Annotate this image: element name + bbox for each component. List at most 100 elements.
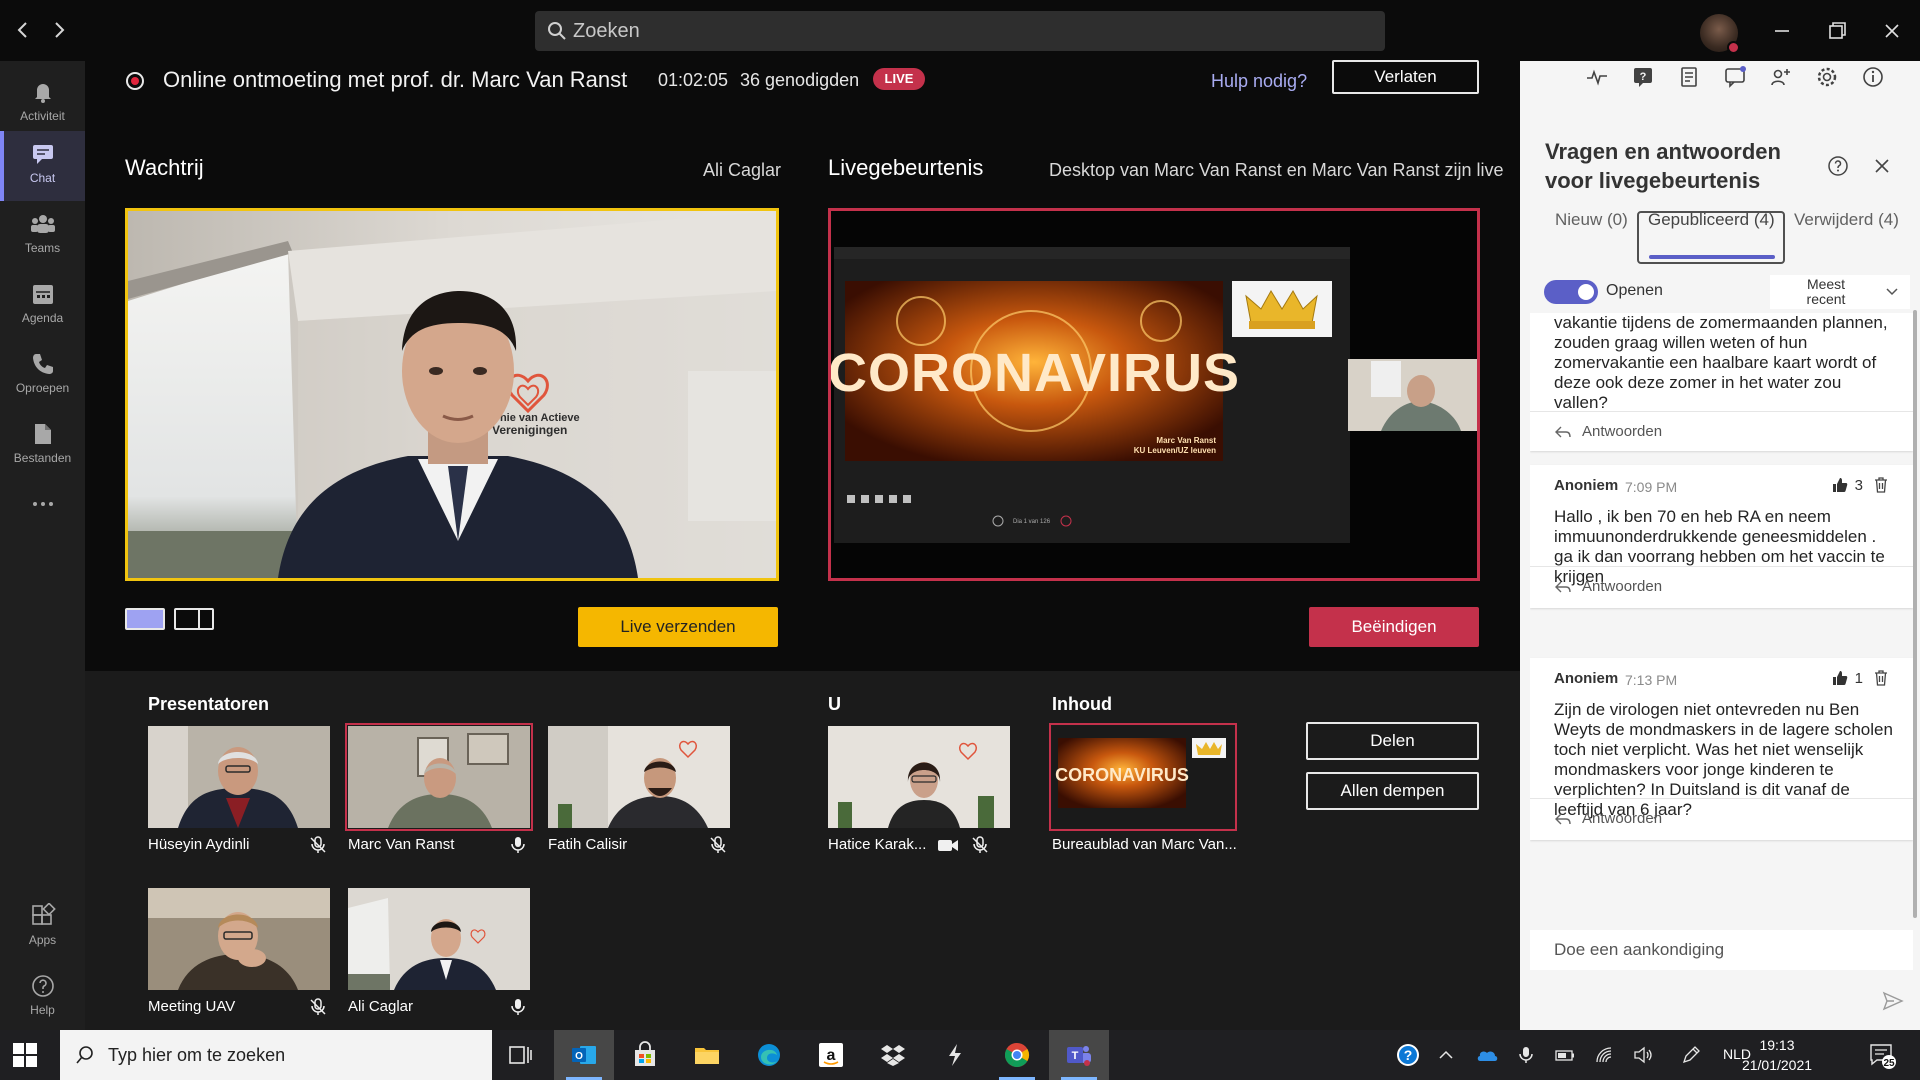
content-tile-desktop[interactable]: CORONAVIRUS xyxy=(1049,723,1237,831)
thumbs-up-icon[interactable] xyxy=(1831,476,1849,494)
reply-label: Antwoorden xyxy=(1582,423,1663,440)
qa-scrollbar[interactable] xyxy=(1913,310,1917,918)
help-tray-icon[interactable]: ? xyxy=(1395,1042,1421,1068)
reply-button[interactable]: Antwoorden xyxy=(1530,798,1913,840)
share-button[interactable]: Delen xyxy=(1306,722,1479,760)
self-tile[interactable] xyxy=(828,726,1010,828)
mic-off-icon xyxy=(708,835,728,855)
rail-item-calls[interactable]: Oproepen xyxy=(0,341,85,411)
volume-icon[interactable] xyxy=(1633,1045,1653,1065)
presenter-tile-meeting-uav[interactable] xyxy=(148,888,330,990)
send-icon[interactable] xyxy=(1882,991,1904,1011)
phone-icon xyxy=(30,351,56,377)
self-video xyxy=(828,726,1010,828)
taskbar-dropbox[interactable] xyxy=(863,1030,923,1080)
taskbar-file-explorer[interactable] xyxy=(677,1030,737,1080)
rail-item-teams[interactable]: Teams xyxy=(0,201,85,271)
self-name: Hatice Karak... xyxy=(828,836,927,853)
help-link[interactable]: Hulp nodig? xyxy=(1211,71,1307,92)
participants-icon[interactable] xyxy=(1769,65,1793,89)
sort-dropdown[interactable]: Meest recent xyxy=(1770,275,1910,309)
task-view-button[interactable] xyxy=(490,1030,550,1080)
taskbar-outlook[interactable]: O xyxy=(554,1030,614,1080)
info-icon[interactable] xyxy=(1861,65,1885,89)
end-event-button[interactable]: Beëindigen xyxy=(1309,607,1479,647)
search-input[interactable] xyxy=(573,11,1373,51)
taskbar-search-input[interactable] xyxy=(108,1030,488,1080)
announcement-input[interactable] xyxy=(1530,930,1913,970)
tab-published[interactable]: Gepubliceerd (4) xyxy=(1648,210,1775,230)
taskbar-store[interactable] xyxy=(615,1030,675,1080)
mic-off-icon xyxy=(970,835,990,855)
taskbar-chrome[interactable] xyxy=(987,1030,1047,1080)
restore-icon[interactable] xyxy=(1822,16,1852,46)
taskbar-teams[interactable]: T xyxy=(1049,1030,1109,1080)
live-status: Desktop van Marc Van Ranst en Marc Van R… xyxy=(1049,160,1504,180)
battery-icon[interactable] xyxy=(1555,1045,1575,1065)
health-icon[interactable] xyxy=(1585,65,1609,89)
notifications-icon[interactable]: 25 xyxy=(1868,1041,1896,1069)
shared-desktop-preview: CORONAVIRUS Marc Van Ranst KU Leuven/UZ … xyxy=(831,211,1477,578)
tab-new[interactable]: Nieuw (0) xyxy=(1555,210,1628,230)
open-toggle[interactable] xyxy=(1544,280,1598,304)
forward-icon[interactable] xyxy=(48,18,70,42)
tab-removed[interactable]: Verwijderd (4) xyxy=(1794,210,1899,230)
qa-icon[interactable]: ? xyxy=(1631,65,1655,89)
help-circle-icon[interactable] xyxy=(1827,155,1849,177)
presenter-tile-fatih-calisir[interactable] xyxy=(548,726,730,828)
live-video[interactable]: CORONAVIRUS Marc Van Ranst KU Leuven/UZ … xyxy=(828,208,1480,581)
reply-button[interactable]: Antwoorden xyxy=(1530,411,1913,453)
rail-item-activity[interactable]: Activiteit xyxy=(0,69,85,139)
rail-item-files[interactable]: Bestanden xyxy=(0,411,85,481)
taskbar-app-bolt[interactable] xyxy=(925,1030,985,1080)
presenter-tile-marc-van-ranst[interactable] xyxy=(345,723,533,831)
taskbar-search[interactable] xyxy=(60,1030,492,1080)
rail-label: Bestanden xyxy=(13,451,72,465)
rail-label: Help xyxy=(30,1003,55,1017)
presenter-tile-ali-caglar[interactable] xyxy=(348,888,530,990)
windows-start-icon[interactable] xyxy=(12,1042,38,1068)
search-box[interactable] xyxy=(535,11,1385,51)
notes-icon[interactable] xyxy=(1677,65,1701,89)
settings-icon[interactable] xyxy=(1815,65,1839,89)
rail-item-apps[interactable]: Apps xyxy=(0,893,85,963)
rail-label: Chat xyxy=(29,171,56,185)
mute-all-button[interactable]: Allen dempen xyxy=(1306,772,1479,810)
system-clock[interactable]: 19:13 21/01/2021 xyxy=(1741,1035,1813,1075)
onedrive-icon[interactable] xyxy=(1475,1045,1499,1065)
presenter-tile-huseyin-aydinli[interactable] xyxy=(148,726,330,828)
pen-icon[interactable] xyxy=(1681,1045,1701,1065)
back-icon[interactable] xyxy=(12,18,34,42)
more-icon xyxy=(30,491,56,517)
producer-stage: Online ontmoeting met prof. dr. Marc Van… xyxy=(85,60,1520,1030)
rail-item-help[interactable]: Help xyxy=(0,963,85,1033)
trash-icon[interactable] xyxy=(1873,476,1889,494)
taskbar-edge[interactable] xyxy=(739,1030,799,1080)
taskbar-amazon[interactable]: a xyxy=(801,1030,861,1080)
chat-bubble-icon[interactable] xyxy=(1723,65,1747,89)
leave-button[interactable]: Verlaten xyxy=(1332,60,1479,94)
user-avatar[interactable] xyxy=(1700,14,1740,54)
reply-label: Antwoorden xyxy=(1582,578,1663,595)
rail-item-calendar[interactable]: Agenda xyxy=(0,271,85,341)
reply-button[interactable]: Antwoorden xyxy=(1530,566,1913,608)
layout-split-button[interactable] xyxy=(174,608,214,630)
trash-icon[interactable] xyxy=(1873,669,1889,687)
minimize-icon[interactable] xyxy=(1767,16,1797,46)
chevron-up-icon[interactable] xyxy=(1436,1045,1456,1065)
close-window-icon[interactable] xyxy=(1877,16,1907,46)
send-live-button[interactable]: Live verzenden xyxy=(578,607,778,647)
rail-item-chat[interactable]: Chat xyxy=(0,131,85,201)
wifi-icon[interactable] xyxy=(1594,1045,1614,1065)
thumbs-up-icon[interactable] xyxy=(1831,669,1849,687)
rail-item-more[interactable] xyxy=(0,481,85,531)
bolt-icon xyxy=(949,1044,961,1066)
microphone-tray-icon[interactable] xyxy=(1516,1045,1536,1065)
tab-selected-indicator xyxy=(1649,255,1775,259)
reply-icon xyxy=(1555,426,1571,438)
queue-video[interactable]: Unie van Actieve Verenigingen xyxy=(125,208,779,581)
qa-title-line: voor livegebeurtenis xyxy=(1545,168,1761,193)
dropbox-icon xyxy=(881,1045,905,1066)
close-icon[interactable] xyxy=(1872,156,1892,176)
layout-single-button[interactable] xyxy=(125,608,165,630)
